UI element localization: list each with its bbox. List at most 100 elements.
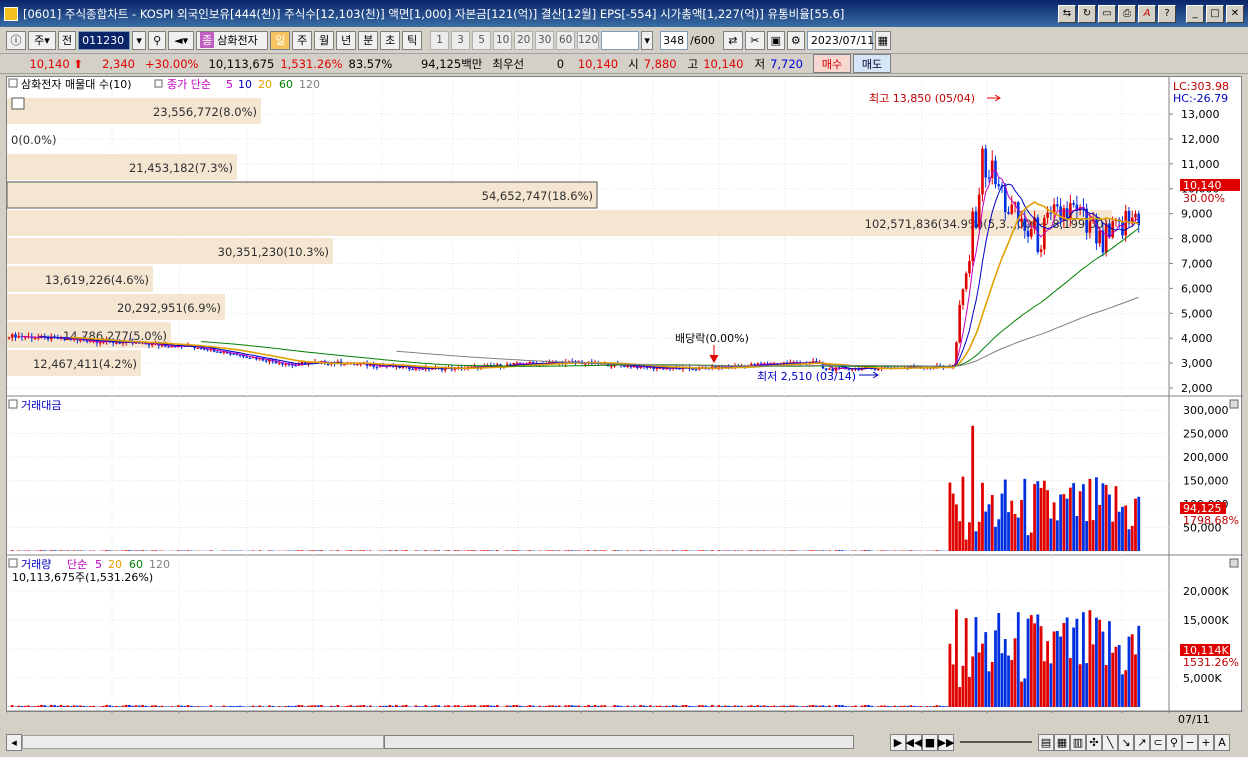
zoom-icon[interactable]: ⚲ bbox=[1166, 733, 1182, 751]
period-day-button[interactable]: 일 bbox=[270, 30, 291, 50]
amount-bar bbox=[1085, 521, 1089, 551]
volume-profile-label: 54,652,747(18.6%) bbox=[482, 189, 593, 203]
layout-3-icon[interactable]: ▥ bbox=[1070, 733, 1086, 751]
crosshair-icon[interactable]: ✣ bbox=[1086, 733, 1102, 751]
sell-button[interactable]: 매도 bbox=[853, 54, 892, 73]
volume-bar bbox=[365, 706, 369, 707]
amount-bar bbox=[971, 425, 975, 551]
help-icon[interactable]: ? bbox=[1158, 4, 1176, 23]
settings-gear-icon[interactable]: ⚙ bbox=[786, 30, 805, 50]
period-tick-button[interactable]: 틱 bbox=[402, 30, 423, 50]
ma-toggle-icon[interactable] bbox=[154, 79, 163, 88]
volume-bar bbox=[1039, 626, 1043, 707]
amount-bar bbox=[1000, 493, 1004, 551]
candle bbox=[1030, 228, 1033, 237]
maximize-button[interactable]: □ bbox=[1206, 4, 1224, 23]
period-second-button[interactable]: 초 bbox=[380, 30, 401, 50]
table-icon[interactable] bbox=[11, 97, 25, 110]
period-week-button[interactable]: 주 bbox=[292, 30, 313, 50]
amount-panel-collapse-icon[interactable] bbox=[8, 399, 18, 409]
code-dropdown-icon[interactable]: ▾ bbox=[132, 30, 147, 50]
volume-bar bbox=[893, 705, 896, 707]
amount-bar bbox=[1127, 529, 1131, 551]
interval-3-button[interactable]: 3 bbox=[451, 30, 471, 50]
volume-bar bbox=[1046, 641, 1049, 707]
buy-button[interactable]: 매수 bbox=[813, 54, 852, 73]
tools-icon[interactable]: ✂ bbox=[744, 30, 765, 50]
date-input[interactable]: 2023/07/11 bbox=[806, 30, 874, 50]
amount-bar bbox=[1111, 521, 1115, 551]
volume-panel-close-icon[interactable] bbox=[1229, 558, 1239, 568]
market-type-select[interactable]: 주 ▾ bbox=[28, 30, 56, 50]
scroll-track[interactable] bbox=[22, 735, 384, 749]
volume-bar bbox=[489, 705, 493, 707]
period-minute-button[interactable]: 분 bbox=[358, 30, 379, 50]
interval-120-button[interactable]: 120 bbox=[577, 30, 600, 50]
volume-panel-collapse-icon[interactable] bbox=[8, 558, 18, 568]
price-value: 10,140 bbox=[29, 56, 70, 71]
minimize-button[interactable]: _ bbox=[1186, 4, 1204, 23]
count-input[interactable]: 348 bbox=[660, 30, 689, 50]
period-month-button[interactable]: 월 bbox=[314, 30, 335, 50]
search-icon[interactable]: ⚲ bbox=[148, 30, 167, 50]
interval-10-button[interactable]: 10 bbox=[493, 30, 513, 50]
volume-bar bbox=[867, 705, 870, 707]
amount-bar bbox=[974, 531, 978, 551]
stop-button[interactable]: ■ bbox=[922, 733, 938, 751]
layout-1-icon[interactable]: ▤ bbox=[1038, 733, 1054, 751]
interval-1-button[interactable]: 1 bbox=[430, 30, 450, 50]
fast-back-button[interactable]: ◀◀ bbox=[906, 733, 922, 751]
font-size-icon[interactable]: A bbox=[1214, 733, 1230, 751]
candle bbox=[264, 360, 268, 362]
line-tool-icon[interactable]: ╲ bbox=[1102, 733, 1118, 751]
custom-interval-dropdown-icon[interactable]: ▾ bbox=[641, 30, 654, 50]
volume-bar bbox=[844, 706, 848, 707]
magnet-icon[interactable]: ⊂ bbox=[1150, 733, 1166, 751]
layout-2-icon[interactable]: ▦ bbox=[1054, 733, 1070, 751]
zoom-out-button[interactable]: − bbox=[1182, 733, 1198, 751]
volume-bar bbox=[678, 706, 682, 707]
fast-forward-button[interactable]: ▶▶ bbox=[938, 733, 954, 751]
scroll-thumb[interactable] bbox=[384, 735, 854, 749]
prev-button[interactable]: 전 bbox=[58, 30, 77, 50]
line-tool-3-icon[interactable]: ↗ bbox=[1134, 733, 1150, 751]
refresh-icon[interactable]: ↻ bbox=[1078, 4, 1096, 23]
custom-interval-input[interactable] bbox=[601, 30, 640, 50]
interval-60-button[interactable]: 60 bbox=[556, 30, 576, 50]
line-tool-2-icon[interactable]: ↘ bbox=[1118, 733, 1134, 751]
chart-canvas[interactable]: 23,556,772(8.0%) 0(0.0%) 21,453,182(7.3%) 5… bbox=[6, 77, 1243, 728]
amount-panel-close-icon[interactable] bbox=[1229, 399, 1239, 409]
volume-bar bbox=[235, 706, 239, 707]
amount-bar bbox=[1130, 525, 1134, 551]
interval-5-button[interactable]: 5 bbox=[472, 30, 492, 50]
interval-30-button[interactable]: 30 bbox=[535, 30, 555, 50]
calendar-icon[interactable]: ▦ bbox=[874, 30, 891, 50]
print-icon[interactable]: ⎙ bbox=[1118, 4, 1136, 23]
volume-bar bbox=[870, 705, 874, 707]
volume-bar bbox=[40, 704, 43, 707]
scroll-left-button[interactable]: ◂ bbox=[6, 733, 22, 751]
scroll-bar[interactable]: ◂ ▶ ◀◀ ■ ▶▶ ▤ ▦ ▥ ✣ ╲ ↘ ↗ ⊂ ⚲ − + A bbox=[0, 731, 1248, 753]
scroll-arrows-icon[interactable]: ⇄ bbox=[722, 30, 743, 50]
amount-bar bbox=[1088, 478, 1092, 551]
amount-bar bbox=[258, 550, 262, 551]
candle bbox=[1088, 221, 1092, 233]
close-button[interactable]: ✕ bbox=[1226, 4, 1244, 23]
volume-bar bbox=[564, 705, 568, 707]
zoom-in-button[interactable]: + bbox=[1198, 733, 1214, 751]
play-button[interactable]: ▶ bbox=[890, 733, 906, 751]
window-icon[interactable]: ▭ bbox=[1098, 4, 1116, 23]
interval-20-button[interactable]: 20 bbox=[514, 30, 534, 50]
stock-code-input[interactable]: 011230 bbox=[78, 30, 131, 50]
panel-collapse-icon[interactable] bbox=[8, 78, 18, 88]
font-icon[interactable]: A bbox=[1138, 4, 1156, 23]
stock-name-field[interactable]: 종 삼화전자 bbox=[196, 30, 269, 50]
zoom-slider[interactable] bbox=[960, 741, 1032, 743]
link-icon[interactable]: ⇆ bbox=[1058, 4, 1076, 23]
chart-menu-icon[interactable]: ⓘ bbox=[6, 30, 26, 50]
volume-bar bbox=[619, 705, 623, 707]
sound-icon[interactable]: ◄▾ bbox=[168, 30, 195, 50]
chart-area[interactable]: 23,556,772(8.0%) 0(0.0%) 21,453,182(7.3%) 5… bbox=[6, 76, 1243, 728]
save-icon[interactable]: ▣ bbox=[766, 30, 785, 50]
period-year-button[interactable]: 년 bbox=[336, 30, 357, 50]
